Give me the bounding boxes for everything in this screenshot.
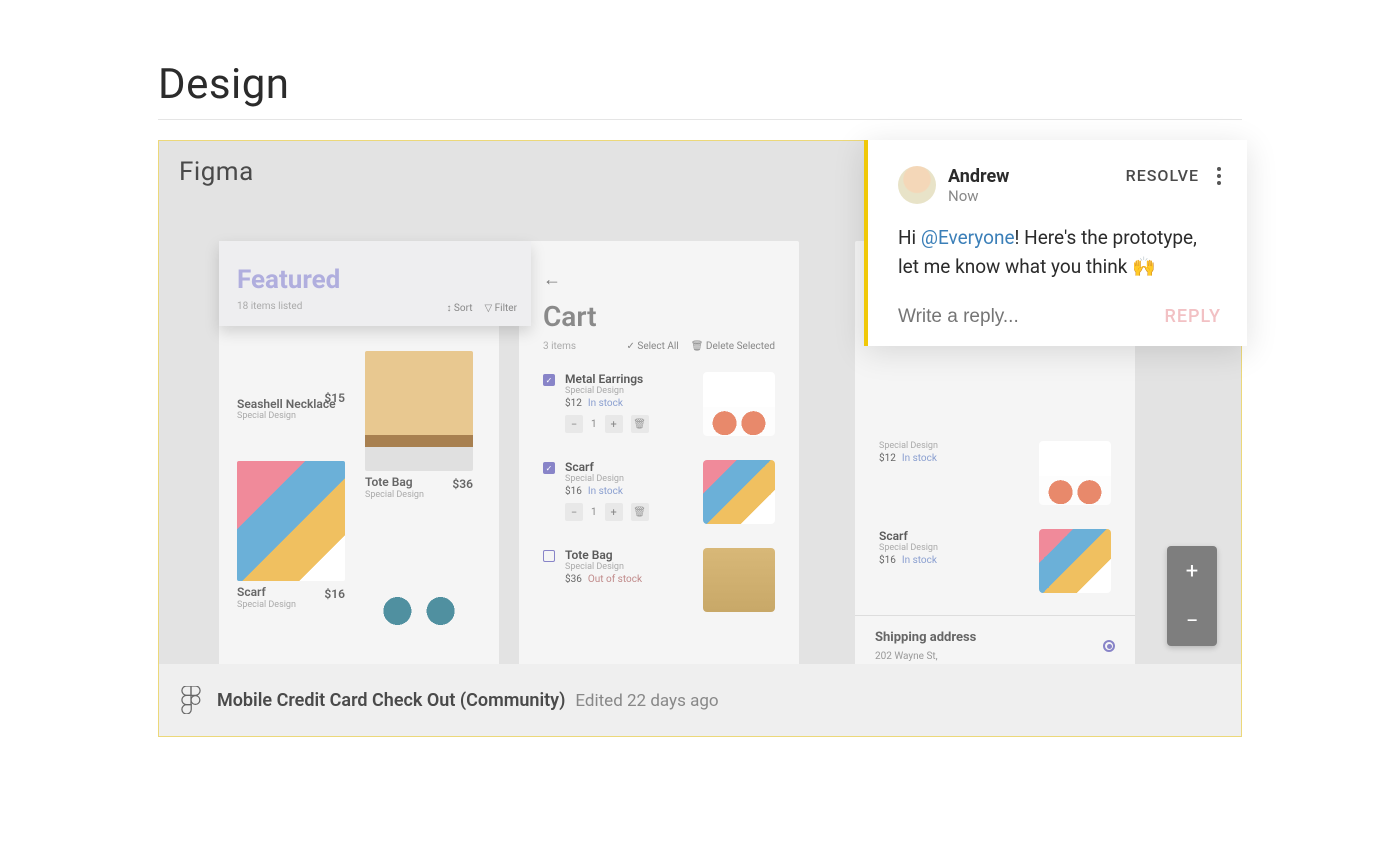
figma-logo-icon	[181, 686, 201, 714]
zoom-in-button[interactable]: +	[1167, 546, 1217, 596]
mention[interactable]: @Everyone	[921, 226, 1015, 249]
qty-minus-button[interactable]: −	[565, 415, 583, 433]
cart-item-sub: Special Design	[565, 474, 693, 484]
cart-item-name: Metal Earrings	[565, 372, 693, 386]
resolve-button[interactable]: RESOLVE	[1126, 166, 1199, 185]
select-all-button[interactable]: ✓ Select All	[627, 341, 679, 352]
comment-popover: Andrew Now RESOLVE Hi @Everyone! Here's …	[864, 140, 1247, 346]
cart-item-name: Scarf	[565, 460, 693, 474]
product-sub: Special Design	[365, 490, 473, 500]
zoom-out-button[interactable]: −	[1167, 596, 1217, 646]
product-price: $16	[324, 587, 345, 601]
product-sub: Special Design	[237, 411, 345, 421]
product-image	[237, 461, 345, 581]
qty-plus-button[interactable]: +	[605, 503, 623, 521]
cart-item-sub: Special Design	[565, 386, 693, 396]
checkbox-icon[interactable]	[543, 550, 555, 562]
reply-input[interactable]	[898, 306, 1165, 328]
embed-footer: Mobile Credit Card Check Out (Community)…	[159, 664, 1241, 736]
product-image	[365, 351, 473, 471]
checkbox-icon[interactable]	[543, 374, 555, 386]
product-card[interactable]: Tote Bag $36 Special Design	[365, 351, 473, 500]
address-line: 202 Wayne St,	[875, 649, 1115, 664]
qty-plus-button[interactable]: +	[605, 415, 623, 433]
cart-item[interactable]: Scarf Special Design $16In stock − 1 + 🗑	[519, 448, 799, 536]
qty-minus-button[interactable]: −	[565, 503, 583, 521]
app-label: Figma	[179, 157, 254, 187]
product-name: Tote Bag	[365, 475, 413, 489]
radio-selected-icon[interactable]	[1103, 640, 1115, 652]
cart-item-thumb	[703, 372, 775, 436]
qty-value: 1	[587, 507, 601, 518]
screen-featured: Featured 18 items listed ↕ Sort ▽ Filter…	[219, 241, 499, 666]
cart-item[interactable]: Metal Earrings Special Design $12In stoc…	[519, 360, 799, 448]
line-item-thumb	[1039, 441, 1111, 505]
product-card[interactable]: Scarf $16 Special Design	[237, 461, 345, 610]
line-item-thumb	[1039, 529, 1111, 593]
cart-item[interactable]: Tote Bag Special Design $36Out of stock	[519, 536, 799, 624]
line-item-name: Scarf	[879, 529, 1029, 543]
cart-count: 3 items	[543, 341, 576, 352]
comment-time: Now	[948, 187, 1009, 205]
filter-button[interactable]: ▽ Filter	[484, 303, 517, 314]
more-icon[interactable]	[1217, 167, 1221, 185]
product-sub: Special Design	[237, 600, 345, 610]
cart-item-sub: Special Design	[565, 562, 693, 572]
sort-button[interactable]: ↕ Sort	[446, 303, 472, 314]
zoom-controls: + −	[1167, 546, 1217, 646]
featured-header: Featured 18 items listed ↕ Sort ▽ Filter	[219, 241, 531, 326]
product-price: $15	[324, 391, 345, 405]
page-title: Design	[158, 60, 1242, 119]
qty-value: 1	[587, 419, 601, 430]
file-name[interactable]: Mobile Credit Card Check Out (Community)	[217, 690, 565, 711]
line-item-sub: Special Design	[879, 543, 1029, 553]
screen-cart: ← Cart 3 items ✓ Select All 🗑 Delete Sel…	[519, 241, 799, 666]
checkout-line-item: Scarf Special Design $16In stock	[855, 517, 1135, 605]
comment-author: Andrew	[948, 166, 1009, 187]
cart-item-thumb	[703, 548, 775, 612]
trash-icon[interactable]: 🗑	[631, 503, 649, 521]
avatar[interactable]	[898, 166, 936, 204]
cart-item-thumb	[703, 460, 775, 524]
comment-body: Hi @Everyone! Here's the prototype, let …	[898, 223, 1221, 282]
reply-button[interactable]: REPLY	[1165, 306, 1221, 327]
product-name: Scarf	[237, 585, 266, 599]
product-card[interactable]: Seashell Necklace $15 Special Design	[237, 391, 345, 421]
divider	[158, 119, 1242, 120]
product-price: $36	[452, 477, 473, 491]
checkbox-icon[interactable]	[543, 462, 555, 474]
cart-title: Cart	[543, 300, 775, 333]
delete-selected-button[interactable]: 🗑 Delete Selected	[691, 341, 775, 352]
product-card[interactable]	[365, 521, 473, 641]
line-item-sub: Special Design	[879, 441, 1029, 451]
trash-icon[interactable]: 🗑	[631, 415, 649, 433]
cart-item-name: Tote Bag	[565, 548, 693, 562]
file-edited: Edited 22 days ago	[575, 691, 718, 711]
product-image	[365, 521, 473, 641]
featured-title: Featured	[237, 265, 513, 295]
back-arrow-icon[interactable]: ←	[543, 269, 775, 290]
shipping-title: Shipping address	[875, 630, 1115, 645]
